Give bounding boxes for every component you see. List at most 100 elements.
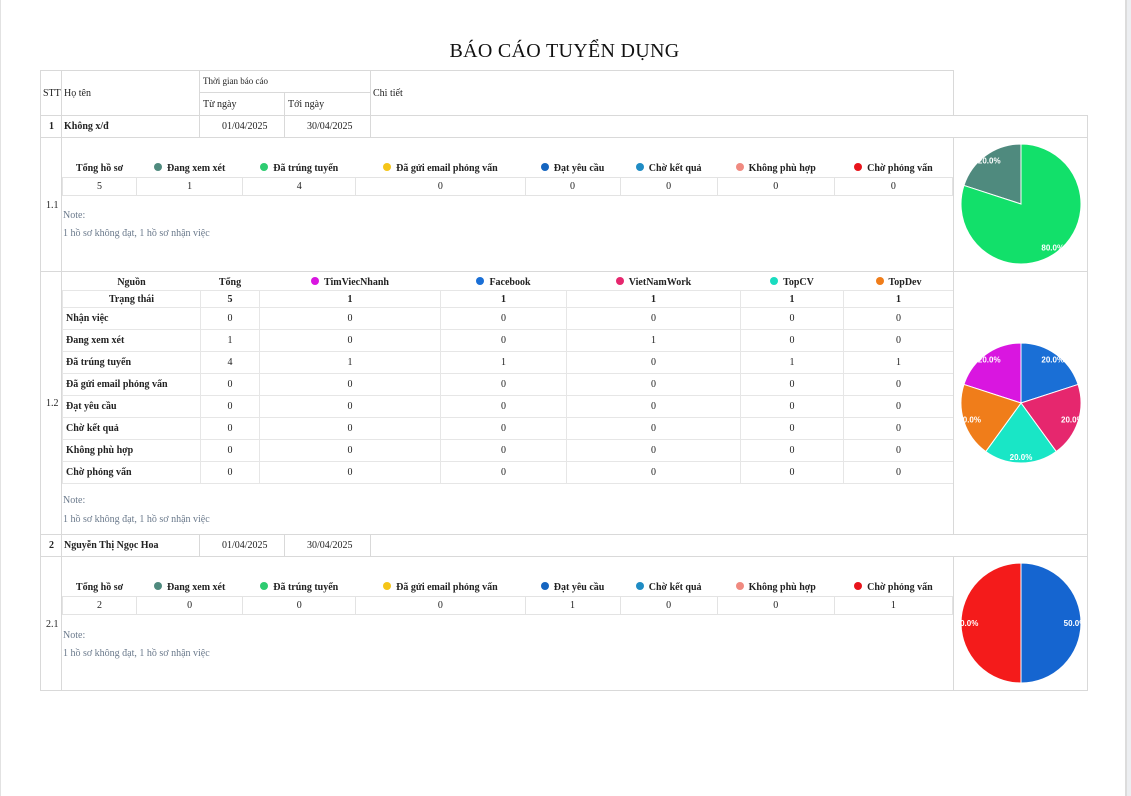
status-header-label: Đang xem xét <box>166 163 226 174</box>
status-label-cell: Trạng thái <box>62 290 201 308</box>
source-status-cell: 0 <box>440 373 567 396</box>
status-value-cell: 0 <box>524 177 621 196</box>
source-status-cell: 0 <box>259 329 441 352</box>
source-total-cell: 1 <box>566 290 741 308</box>
status-value-cell: 0 <box>716 596 835 615</box>
status-header-cell: Đã trúng tuyển <box>242 160 356 178</box>
source-status-row: Chờ kết quả 0 0 0 0 0 0 <box>62 417 954 440</box>
source-name-cell: TimViecNhanh <box>259 274 441 291</box>
source-status-cell: 0 <box>200 417 260 440</box>
source-name-cell: TopDev <box>843 274 954 291</box>
source-status-cell: 0 <box>566 461 741 484</box>
legend-dot-icon <box>260 582 269 590</box>
source-status-cell: 0 <box>843 461 954 484</box>
status-value-cell: 1 <box>833 596 954 615</box>
status-value-row: 51400000 <box>61 177 954 196</box>
source-status-cell: 0 <box>259 395 441 418</box>
report-title: BÁO CÁO TUYỂN DỤNG <box>449 40 680 62</box>
status-value-cell: 0 <box>619 596 718 615</box>
status-header-cell: Chờ phỏng vấn <box>834 579 953 597</box>
legend-dot-icon <box>540 582 549 590</box>
status-header-row: Tổng hồ sơ Đang xem xét Đã trúng tuyển Đã g… <box>62 160 953 178</box>
person-stt: 1 <box>49 121 54 132</box>
source-status-cell: 0 <box>566 439 741 462</box>
source-name-label: Facebook <box>489 276 531 288</box>
source-status-cell: 0 <box>740 395 844 418</box>
source-total-cell: 1 <box>259 290 441 308</box>
note-text: 1 hồ sơ không đạt, 1 hồ sơ nhận việc <box>63 648 210 659</box>
source-total-cell: 1 <box>843 290 954 308</box>
person-to-cell: 30/04/2025 <box>284 115 371 138</box>
source-total-cell: 1 <box>740 290 844 308</box>
person-from: 01/04/2025 <box>222 540 268 551</box>
status-value-cell: 0 <box>136 596 244 615</box>
status-row-label: Chờ phỏng vấn <box>62 461 201 484</box>
status-row-label: Đã gửi email phỏng vấn <box>62 373 201 396</box>
legend-dot-icon <box>383 582 392 590</box>
source-status-cell: 0 <box>440 329 567 352</box>
source-status-row: Không phù hợp 0 0 0 0 0 0 <box>62 439 954 462</box>
pie-chart-source: 20.0% 20.0% 20.0% 20.0% 20.0% <box>958 342 1084 464</box>
status-header-cell: Đang xem xét <box>136 579 243 597</box>
status-header-label: Đã trúng tuyển <box>273 582 339 593</box>
note-text: 1 hồ sơ không đạt, 1 hồ sơ nhận việc <box>63 228 210 239</box>
pie-slice-label: 80.0% <box>1041 244 1064 253</box>
source-status-cell: 0 <box>566 307 741 330</box>
source-status-cell: 0 <box>740 307 844 330</box>
status-row-label: Chờ kết quả <box>62 417 201 440</box>
legend-dot-icon <box>310 276 319 285</box>
source-status-cell: 0 <box>440 307 567 330</box>
source-header-row: Nguồn Tổng TimViecNhanh Facebook VietNamWork… <box>62 274 954 291</box>
status-header-label: Tổng hồ sơ <box>75 163 124 174</box>
status-header-label: Chờ phỏng vấn <box>867 163 933 174</box>
header-to-cell: Tới ngày <box>284 92 371 116</box>
source-status-cell: 0 <box>740 417 844 440</box>
section-detail-cell: Tổng hồ sơ Đang xem xét Đã trúng tuyển Đã g… <box>61 137 954 272</box>
source-status-cell: 1 <box>259 351 441 374</box>
source-total-row: Trạng thái 5 1 1 1 1 1 <box>62 290 954 308</box>
legend-dot-icon <box>153 582 162 590</box>
person-stt-cell: 2 <box>40 534 62 557</box>
source-status-row: Chờ phỏng vấn 0 0 0 0 0 0 <box>62 461 954 484</box>
legend-dot-icon <box>635 163 644 171</box>
report-page: BÁO CÁO TUYỂN DỤNG STT Họ tên Thời gian … <box>0 0 1127 796</box>
status-header-cell: Chờ kết quả <box>620 579 718 597</box>
section-detail-cell: Nguồn Tổng TimViecNhanh Facebook VietNamWork… <box>61 271 954 535</box>
pie-chart-status: 50.0% 50.0% <box>956 562 1086 684</box>
source-status-cell: 0 <box>740 461 844 484</box>
status-header-label: Đạt yêu cầu <box>553 163 605 174</box>
source-status-cell: 0 <box>440 461 567 484</box>
legend-dot-icon <box>854 582 863 590</box>
status-header-cell: Đang xem xét <box>136 160 243 178</box>
source-status-cell: 0 <box>843 329 954 352</box>
status-header-label: Đã trúng tuyển <box>273 163 339 174</box>
source-status-row: Đang xem xét 1 0 0 1 0 0 <box>62 329 954 352</box>
person-name: Không x/đ <box>64 121 109 132</box>
header-name-cell: Họ tên <box>61 70 200 116</box>
header-period-cell: Thời gian báo cáo <box>199 70 371 93</box>
source-name-label: TopCV <box>783 276 814 288</box>
source-status-cell: 0 <box>440 395 567 418</box>
source-name-cell: TopCV <box>740 274 844 291</box>
status-header-cell: Đạt yêu cầu <box>525 579 621 597</box>
status-header-label: Không phù hợp <box>748 582 816 593</box>
pie-chart-cell: 20.0% 80.0% <box>953 137 1088 272</box>
source-status-cell: 0 <box>843 439 954 462</box>
source-status-cell: 0 <box>440 417 567 440</box>
source-status-cell: 0 <box>843 417 954 440</box>
header-period: Thời gian báo cáo <box>203 76 268 86</box>
status-header-label: Đã gửi email phỏng vấn <box>396 582 498 593</box>
source-status-cell: 0 <box>200 439 260 462</box>
status-value-cell: 1 <box>524 596 621 615</box>
note-text: 1 hồ sơ không đạt, 1 hồ sơ nhận việc <box>63 514 210 525</box>
source-status-cell: 0 <box>566 373 741 396</box>
section-stt: 1.2 <box>46 398 59 409</box>
source-status-cell: 0 <box>259 417 441 440</box>
status-header-label: Đang xem xét <box>166 582 226 593</box>
person-to: 30/04/2025 <box>307 540 353 551</box>
note-label: Note: <box>63 210 86 221</box>
source-status-cell: 1 <box>566 329 741 352</box>
status-table: Tổng hồ sơ Đang xem xét Đã trúng tuyển Đã g… <box>61 160 954 196</box>
note-label: Note: <box>63 495 86 506</box>
source-status-cell: 0 <box>440 439 567 462</box>
